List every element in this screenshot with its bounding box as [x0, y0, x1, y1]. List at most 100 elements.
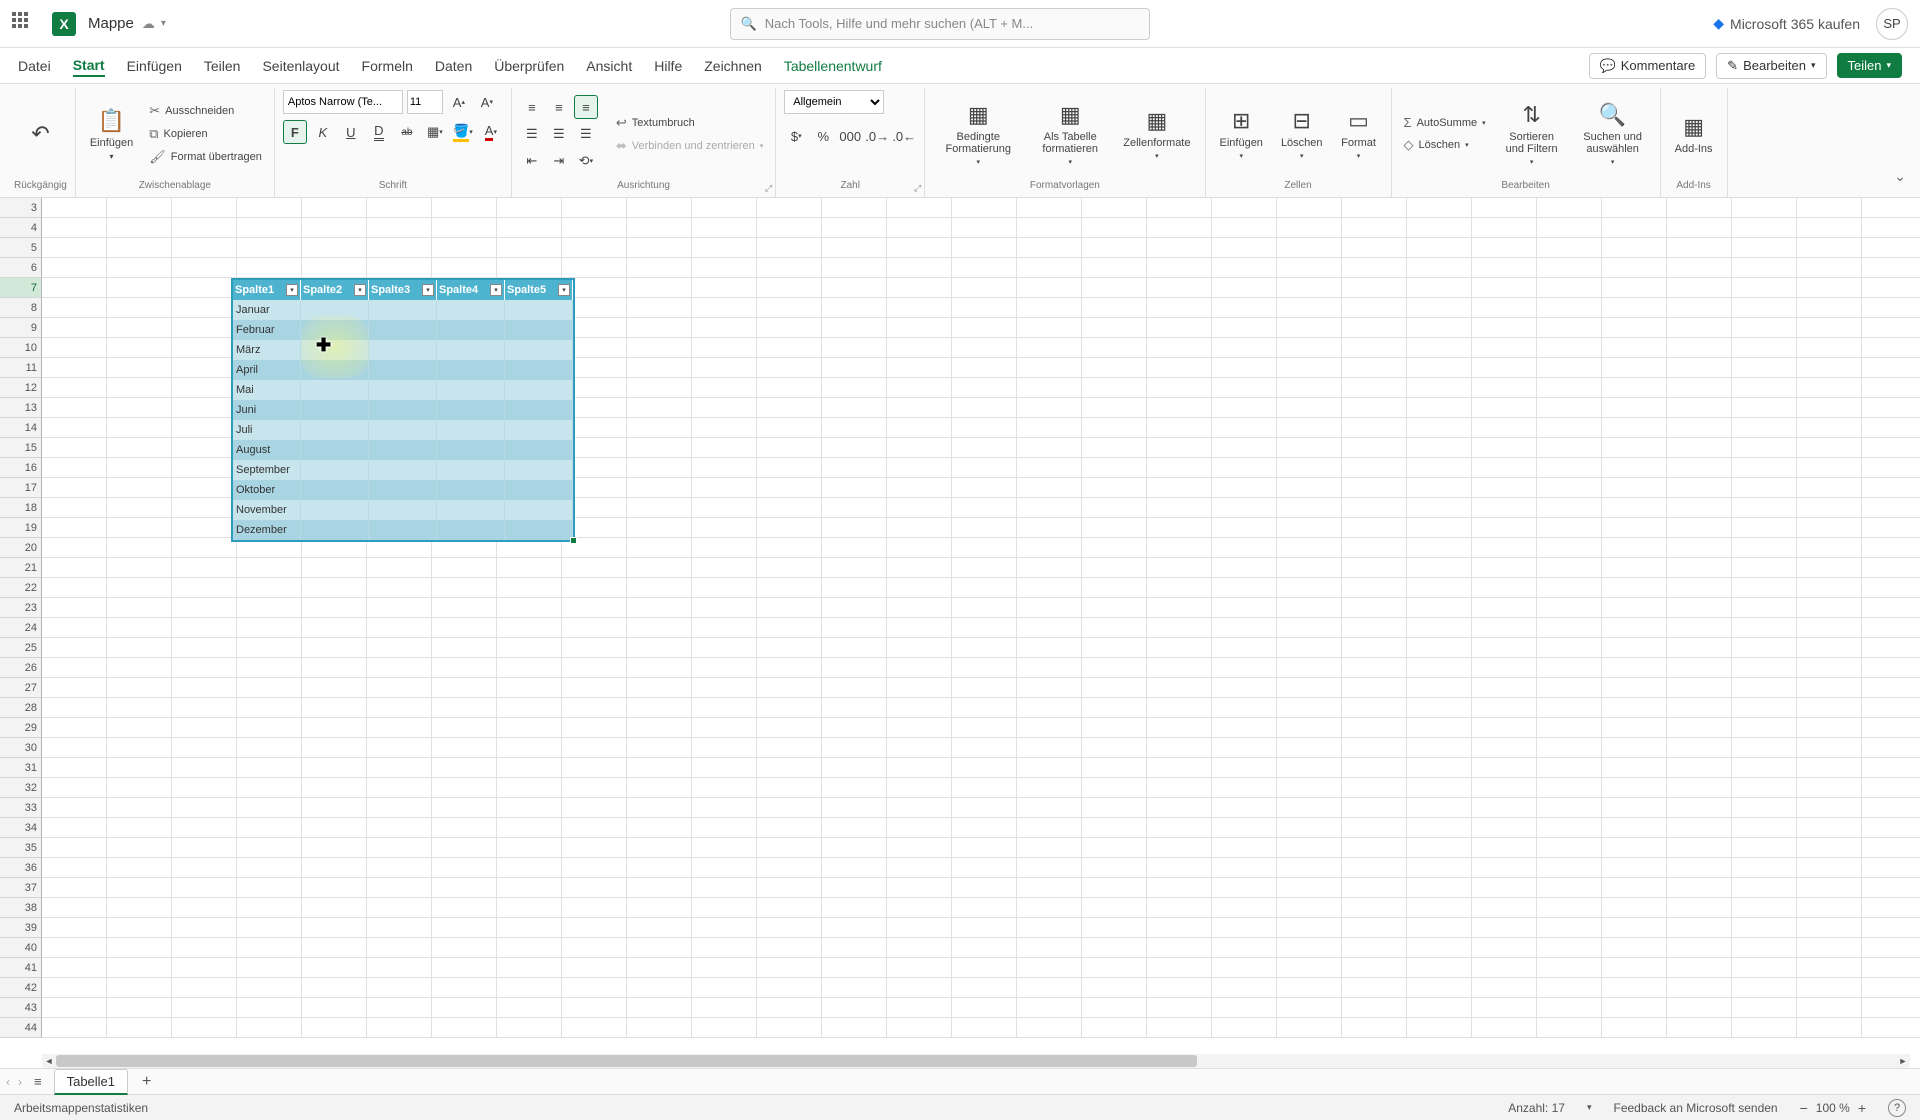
cell[interactable]: [302, 618, 367, 638]
row-header[interactable]: 10: [0, 338, 42, 358]
cell[interactable]: [172, 598, 237, 618]
cell[interactable]: [237, 878, 302, 898]
cell[interactable]: [1212, 238, 1277, 258]
cell[interactable]: [887, 238, 952, 258]
add-sheet-button[interactable]: +: [136, 1073, 157, 1091]
cell[interactable]: [1797, 218, 1862, 238]
cell[interactable]: [302, 598, 367, 618]
tab-start[interactable]: Start: [73, 55, 105, 77]
decrease-indent-button[interactable]: ⇤: [520, 149, 544, 173]
cell[interactable]: [952, 658, 1017, 678]
row-header[interactable]: 14: [0, 418, 42, 438]
addins-button[interactable]: ▦Add-Ins: [1669, 110, 1719, 159]
cell[interactable]: [237, 1018, 302, 1038]
cell[interactable]: [1147, 398, 1212, 418]
cell[interactable]: [42, 778, 107, 798]
row-header[interactable]: 11: [0, 358, 42, 378]
cell[interactable]: [1342, 698, 1407, 718]
cell[interactable]: [1602, 938, 1667, 958]
cell[interactable]: [42, 798, 107, 818]
cell[interactable]: [42, 958, 107, 978]
cell[interactable]: [367, 1018, 432, 1038]
cell[interactable]: [172, 538, 237, 558]
cell[interactable]: [42, 498, 107, 518]
cell[interactable]: [1212, 978, 1277, 998]
cell[interactable]: [757, 378, 822, 398]
cell[interactable]: [1537, 538, 1602, 558]
cell[interactable]: [1797, 278, 1862, 298]
cell[interactable]: [1277, 238, 1342, 258]
cell[interactable]: [1797, 338, 1862, 358]
cell[interactable]: [887, 418, 952, 438]
row-header[interactable]: 24: [0, 618, 42, 638]
cell[interactable]: [107, 738, 172, 758]
increase-decimal-button[interactable]: .0→: [865, 124, 889, 148]
cell[interactable]: [822, 1018, 887, 1038]
cell[interactable]: [562, 998, 627, 1018]
cell[interactable]: [1602, 338, 1667, 358]
cell[interactable]: [1277, 358, 1342, 378]
number-launcher-icon[interactable]: ⤢: [914, 183, 921, 194]
cell[interactable]: [1667, 938, 1732, 958]
cell[interactable]: [432, 998, 497, 1018]
cell[interactable]: [952, 238, 1017, 258]
cell[interactable]: [1407, 618, 1472, 638]
cell[interactable]: [952, 958, 1017, 978]
font-size-select[interactable]: [407, 90, 443, 114]
cell[interactable]: [1277, 998, 1342, 1018]
cell[interactable]: [1082, 638, 1147, 658]
cell[interactable]: [237, 978, 302, 998]
cell[interactable]: [692, 558, 757, 578]
cell[interactable]: [1082, 598, 1147, 618]
cell[interactable]: [1862, 738, 1920, 758]
cell[interactable]: [887, 978, 952, 998]
cell[interactable]: [1667, 258, 1732, 278]
cell[interactable]: [107, 878, 172, 898]
tab-ueberpruefen[interactable]: Überprüfen: [494, 56, 564, 76]
cell[interactable]: [1667, 878, 1732, 898]
table-cell[interactable]: [437, 460, 505, 480]
cell[interactable]: [627, 818, 692, 838]
cell[interactable]: [757, 738, 822, 758]
cell[interactable]: [952, 338, 1017, 358]
cell[interactable]: [497, 638, 562, 658]
cell[interactable]: [1862, 298, 1920, 318]
cell[interactable]: [1797, 578, 1862, 598]
cell[interactable]: [757, 558, 822, 578]
row-header[interactable]: 22: [0, 578, 42, 598]
cell[interactable]: [432, 898, 497, 918]
cell[interactable]: [172, 638, 237, 658]
table-cell[interactable]: [437, 480, 505, 500]
cell[interactable]: [172, 1018, 237, 1038]
cell[interactable]: [172, 798, 237, 818]
cell[interactable]: [302, 978, 367, 998]
cell[interactable]: [1277, 478, 1342, 498]
row-header[interactable]: 7: [0, 278, 42, 298]
cell[interactable]: [1472, 798, 1537, 818]
cell[interactable]: [1147, 758, 1212, 778]
cell[interactable]: [497, 618, 562, 638]
cell[interactable]: [692, 698, 757, 718]
sort-filter-button[interactable]: ⇅Sortieren und Filtern▾: [1496, 98, 1568, 170]
cell[interactable]: [562, 1018, 627, 1038]
cell[interactable]: [1732, 718, 1797, 738]
cell[interactable]: [887, 218, 952, 238]
cell[interactable]: [1862, 678, 1920, 698]
row-header[interactable]: 6: [0, 258, 42, 278]
cell[interactable]: [1732, 918, 1797, 938]
cell[interactable]: [1147, 198, 1212, 218]
cell[interactable]: [1537, 678, 1602, 698]
cell[interactable]: [1667, 478, 1732, 498]
cell[interactable]: [172, 778, 237, 798]
cell[interactable]: [1472, 518, 1537, 538]
cell[interactable]: [562, 578, 627, 598]
cell[interactable]: [237, 638, 302, 658]
cell[interactable]: [822, 238, 887, 258]
cell[interactable]: [822, 298, 887, 318]
cell[interactable]: [42, 198, 107, 218]
cell[interactable]: [1537, 598, 1602, 618]
row-header[interactable]: 36: [0, 858, 42, 878]
cell[interactable]: [237, 258, 302, 278]
cell[interactable]: [1862, 278, 1920, 298]
cell[interactable]: [302, 578, 367, 598]
